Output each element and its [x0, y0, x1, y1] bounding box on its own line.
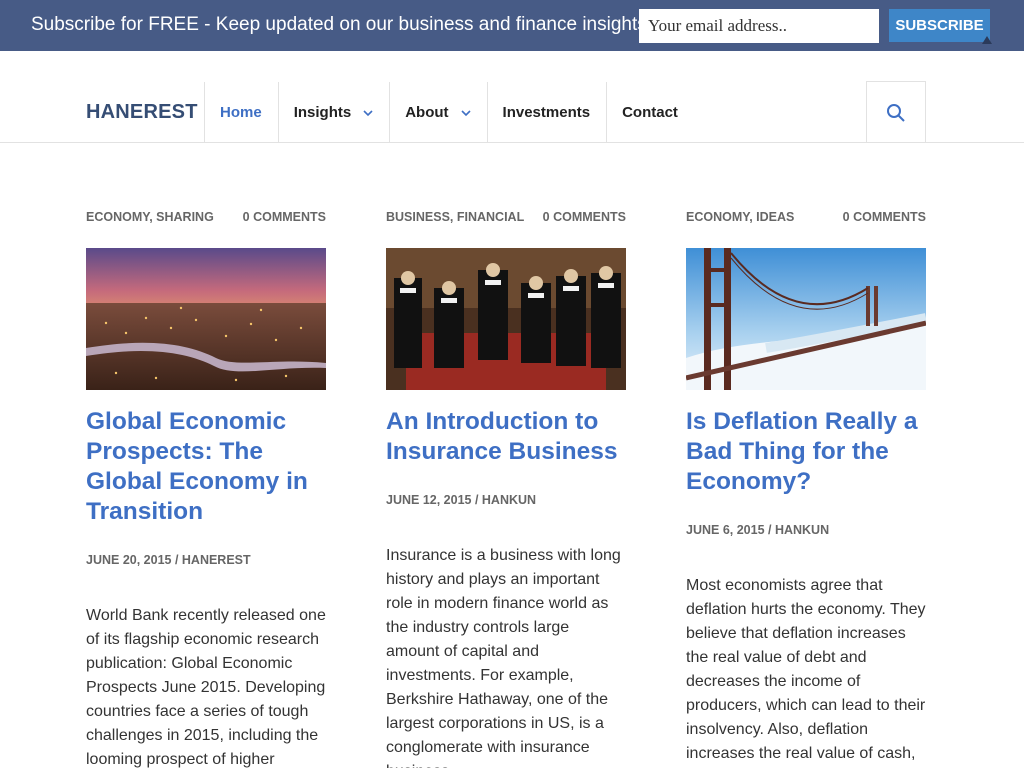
nav-item-label: Insights [293, 104, 352, 121]
post-card: BUSINESS, FINANCIAL 0 COMMENTS An Introd… [386, 210, 626, 768]
main-nav: Home Insights About Investments Contact [205, 82, 694, 143]
search-icon [887, 103, 905, 122]
post-title[interactable]: An Introduction to Insurance Business [386, 407, 626, 467]
search-button[interactable] [866, 81, 926, 143]
post-image-bridge[interactable] [686, 248, 926, 390]
post-categories[interactable]: ECONOMY, IDEAS [686, 210, 794, 226]
post-byline: JUNE 20, 2015 / HANEREST [86, 553, 251, 567]
post-excerpt: Insurance is a business with long histor… [386, 547, 621, 768]
nav-item-contact[interactable]: Contact [607, 82, 694, 143]
chevron-down-icon [460, 109, 471, 116]
email-input[interactable] [639, 9, 879, 43]
subscribe-bar: Subscribe for FREE - Keep updated on our… [0, 0, 1024, 51]
post-meta: BUSINESS, FINANCIAL 0 COMMENTS [386, 210, 626, 226]
nav-item-label: Investments [502, 104, 591, 121]
nav-item-investments[interactable]: Investments [488, 82, 608, 143]
subscribe-button[interactable]: SUBSCRIBE [889, 9, 990, 42]
post-image-city[interactable] [86, 248, 326, 390]
chevron-down-icon [363, 109, 373, 116]
post-meta: ECONOMY, SHARING 0 COMMENTS [86, 210, 326, 226]
post-comments[interactable]: 0 COMMENTS [243, 210, 326, 226]
post-categories[interactable]: ECONOMY, SHARING [86, 210, 214, 226]
post-meta: ECONOMY, IDEAS 0 COMMENTS [686, 210, 926, 226]
subscribe-text: Subscribe for FREE - Keep updated on our… [31, 14, 647, 35]
post-excerpt: World Bank recently released one of its … [86, 607, 326, 768]
post-byline: JUNE 12, 2015 / HANKUN [386, 493, 537, 507]
nav-item-label: Contact [622, 104, 678, 121]
post-comments[interactable]: 0 COMMENTS [543, 210, 626, 226]
post-excerpt: Most economists agree that deflation hur… [686, 577, 926, 762]
post-card: ECONOMY, IDEAS 0 COMMENTS Is Deflation R… [686, 210, 926, 766]
post-comments[interactable]: 0 COMMENTS [843, 210, 926, 226]
nav-item-insights[interactable]: Insights [279, 82, 391, 143]
post-categories[interactable]: BUSINESS, FINANCIAL [386, 210, 524, 226]
nav-item-label: About [405, 104, 449, 121]
scroll-up-icon[interactable] [982, 36, 992, 44]
post-byline: JUNE 6, 2015 / HANKUN [686, 523, 830, 537]
site-header: HANEREST Home Insights About Investments… [0, 51, 1024, 143]
post-image-painting[interactable] [386, 248, 626, 390]
post-title[interactable]: Is Deflation Really a Bad Thing for the … [686, 407, 926, 497]
site-logo[interactable]: HANEREST [86, 101, 198, 124]
nav-item-home[interactable]: Home [205, 82, 279, 143]
post-card: ECONOMY, SHARING 0 COMMENTS Global Econo… [86, 210, 326, 768]
post-title[interactable]: Global Economic Prospects: The Global Ec… [86, 407, 326, 527]
nav-item-label: Home [220, 104, 262, 121]
nav-item-about[interactable]: About [390, 82, 488, 143]
